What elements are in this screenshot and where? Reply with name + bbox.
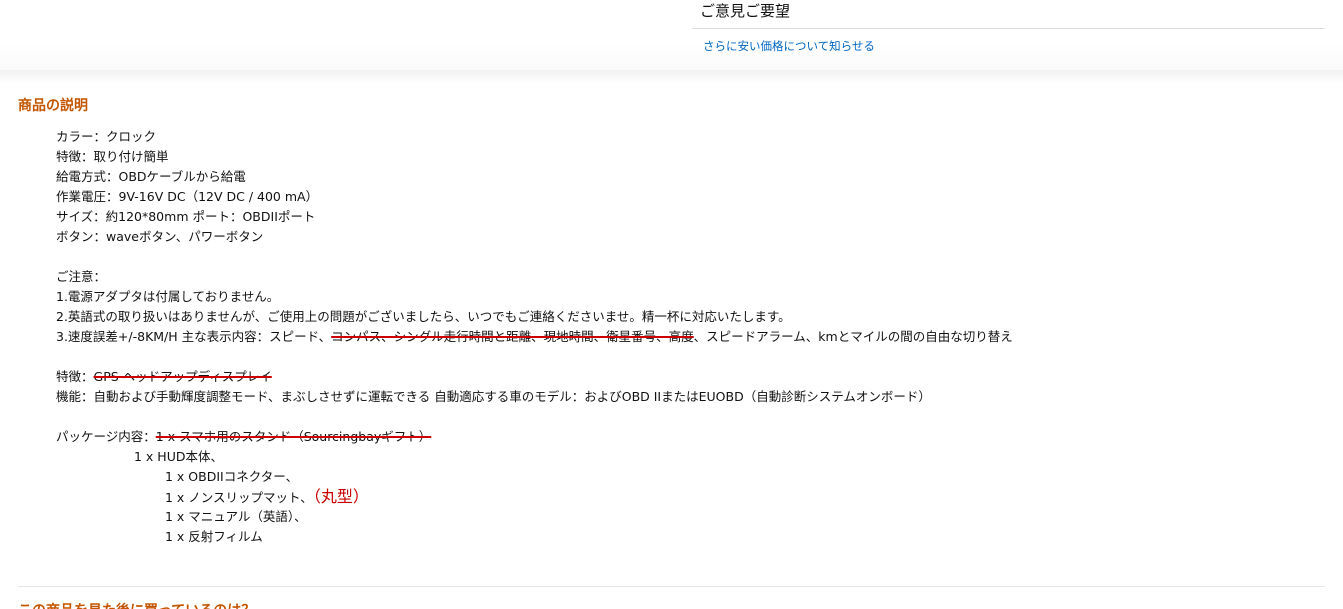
package-item-obd: 1 x OBDIIコネクター、 [165, 469, 299, 484]
desc-note-1: 1.電源アダプタは付属しておりません。 [56, 289, 280, 304]
desc-function: 機能：自動および手動輝度調整モード、まぶしさせずに運転できる 自動適応する車のモ… [56, 389, 931, 404]
section-shadow [0, 70, 1343, 84]
section-divider [18, 586, 1325, 587]
note-3-prefix: 3.速度誤差+/-8KM/H 主な表示内容：スピード、 [56, 329, 332, 344]
desc-notice-label: ご注意： [56, 269, 107, 284]
also-bought-title: この商品を見た後に買っているのは？ [18, 601, 255, 609]
desc-power: 給電方式：OBDケーブルから給電 [56, 169, 246, 184]
feedback-divider [692, 28, 1325, 29]
package-prefix: パッケージ内容： [56, 429, 156, 444]
package-struck-text: 1 x スマホ用のスタンド（Sourcingbayギフト） [155, 429, 432, 444]
package-item-hud: 1 x HUD本体、 [134, 449, 223, 464]
feedback-heading: ご意見ご要望 [700, 2, 791, 20]
mat-annotation: （丸型） [312, 487, 369, 506]
desc-size: サイズ：約120*80mm ポート：OBDIIポート [56, 209, 316, 224]
product-page: ご意見ご要望 さらに安い価格について知らせる 商品の説明 カラー：クロック 特徴… [0, 0, 1343, 609]
desc-feature: 特徴：取り付け簡単 [56, 149, 169, 164]
feature-2-struck-text: GPS ヘッドアップディスプレイ [93, 369, 272, 384]
desc-buttons: ボタン：waveボタン、パワーボタン [56, 229, 264, 244]
desc-feature-2: 特徴：GPS ヘッドアップディスプレイ [56, 367, 272, 387]
feedback-box: ご意見ご要望 さらに安い価格について知らせる [0, 0, 1343, 70]
desc-color: カラー：クロック [56, 129, 157, 144]
package-item-mat: 1 x ノンスリップマット、（丸型） [165, 487, 369, 508]
feature-2-prefix: 特徴： [56, 369, 94, 384]
mat-label: 1 x ノンスリップマット、 [165, 490, 313, 505]
note-3-suffix: 、スピードアラーム、kmとマイルの間の自由な切り替え [693, 329, 1013, 344]
desc-voltage: 作業電圧：9V-16V DC（12V DC / 400 mA） [56, 189, 319, 204]
package-item-manual: 1 x マニュアル（英語）、 [165, 509, 307, 524]
lower-price-link[interactable]: さらに安い価格について知らせる [703, 38, 875, 54]
note-3-struck-text: コンパス、シングル走行時間と距離、現地時間、衛星番号、高度 [331, 329, 694, 344]
desc-note-2: 2.英語式の取り扱いはありませんが、ご使用上の問題がございましたら、いつでもご連… [56, 309, 791, 324]
desc-package: パッケージ内容：1 x スマホ用のスタンド（Sourcingbayギフト） [56, 427, 431, 447]
desc-note-3: 3.速度誤差+/-8KM/H 主な表示内容：スピード、コンパス、シングル走行時間… [56, 327, 1013, 347]
package-item-film: 1 x 反射フィルム [165, 529, 263, 544]
product-description-title: 商品の説明 [18, 98, 88, 114]
